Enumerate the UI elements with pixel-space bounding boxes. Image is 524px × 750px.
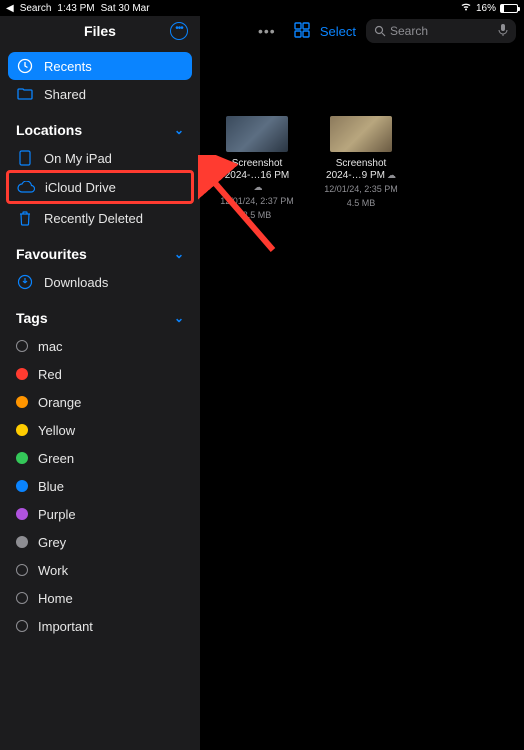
tag-label: Orange bbox=[38, 395, 81, 410]
sidebar-item-on-my-ipad[interactable]: On My iPad bbox=[8, 144, 192, 172]
sidebar-tag-item[interactable]: Orange bbox=[8, 388, 192, 416]
chevron-down-icon: ⌄ bbox=[174, 123, 184, 137]
mic-icon[interactable] bbox=[498, 23, 508, 40]
more-options-button[interactable]: ••• bbox=[170, 22, 188, 40]
tag-color-dot bbox=[16, 452, 28, 464]
sidebar-tag-item[interactable]: Blue bbox=[8, 472, 192, 500]
file-name-line2: 2024-…9 PM bbox=[326, 170, 385, 181]
tags-header[interactable]: Tags ⌄ bbox=[8, 296, 192, 332]
sidebar-item-label: Downloads bbox=[44, 275, 108, 290]
clock-icon bbox=[16, 58, 34, 74]
sidebar-item-downloads[interactable]: Downloads bbox=[8, 268, 192, 296]
status-time: 1:43 PM bbox=[57, 3, 94, 14]
tag-label: Blue bbox=[38, 479, 64, 494]
more-menu-icon[interactable]: ••• bbox=[208, 23, 276, 39]
status-date: Sat 30 Mar bbox=[101, 3, 150, 14]
tag-color-dot bbox=[16, 368, 28, 380]
file-name-line2: 2024-…16 PM bbox=[225, 170, 289, 181]
tag-color-dot bbox=[16, 480, 28, 492]
sidebar-item-recently-deleted[interactable]: Recently Deleted bbox=[8, 204, 192, 232]
back-caret-icon[interactable]: ◀ bbox=[6, 3, 14, 14]
sidebar: Files ••• Recents Shared Locations ⌄ bbox=[0, 16, 200, 750]
status-bar: ◀ Search 1:43 PM Sat 30 Mar 16% bbox=[0, 0, 524, 16]
tag-label: Yellow bbox=[38, 423, 75, 438]
file-size: 3.5 MB bbox=[220, 210, 294, 222]
sidebar-tag-item[interactable]: Home bbox=[8, 584, 192, 612]
sidebar-tag-item[interactable]: Grey bbox=[8, 528, 192, 556]
tag-color-dot bbox=[16, 508, 28, 520]
file-size: 4.5 MB bbox=[324, 198, 398, 210]
sidebar-tag-item[interactable]: Important bbox=[8, 612, 192, 640]
file-date: 12/01/24, 2:35 PM bbox=[324, 184, 398, 196]
folder-shared-icon bbox=[16, 87, 34, 101]
trash-icon bbox=[16, 210, 34, 226]
search-input[interactable]: Search bbox=[366, 19, 516, 43]
tag-empty-ring bbox=[16, 340, 28, 352]
sidebar-item-label: Recently Deleted bbox=[44, 211, 143, 226]
tag-color-dot bbox=[16, 536, 28, 548]
tag-label: Purple bbox=[38, 507, 76, 522]
sidebar-item-shared[interactable]: Shared bbox=[8, 80, 192, 108]
grid-view-icon[interactable] bbox=[294, 22, 310, 41]
sidebar-tag-item[interactable]: Work bbox=[8, 556, 192, 584]
main-content: ••• Select Search Screenshot bbox=[200, 16, 524, 750]
battery-icon bbox=[500, 4, 518, 13]
cloud-download-icon: ☁ bbox=[387, 170, 396, 181]
file-item[interactable]: Screenshot 2024-…16 PM☁ 12/01/24, 2:37 P… bbox=[220, 116, 294, 221]
cloud-download-icon: ☁ bbox=[254, 182, 263, 193]
tag-label: Home bbox=[38, 591, 73, 606]
tag-empty-ring bbox=[16, 564, 28, 576]
wifi-icon bbox=[460, 2, 472, 14]
sidebar-tag-item[interactable]: Red bbox=[8, 360, 192, 388]
tag-color-dot bbox=[16, 424, 28, 436]
tag-label: Grey bbox=[38, 535, 66, 550]
sidebar-item-label: Shared bbox=[44, 87, 86, 102]
download-icon bbox=[16, 274, 34, 290]
file-name-line1: Screenshot bbox=[336, 158, 387, 169]
back-app-label[interactable]: Search bbox=[20, 3, 52, 14]
tag-empty-ring bbox=[16, 592, 28, 604]
tag-empty-ring bbox=[16, 620, 28, 632]
select-button[interactable]: Select bbox=[320, 24, 356, 39]
sidebar-title: Files bbox=[84, 23, 116, 39]
sidebar-item-label: On My iPad bbox=[44, 151, 112, 166]
file-name-line1: Screenshot bbox=[232, 158, 283, 169]
favourites-header[interactable]: Favourites ⌄ bbox=[8, 232, 192, 268]
sidebar-item-label: iCloud Drive bbox=[45, 180, 116, 195]
file-item[interactable]: Screenshot 2024-…9 PM☁ 12/01/24, 2:35 PM… bbox=[324, 116, 398, 221]
file-thumbnail bbox=[226, 116, 288, 152]
sidebar-tag-item[interactable]: Purple bbox=[8, 500, 192, 528]
tag-label: Work bbox=[38, 563, 68, 578]
sidebar-tag-item[interactable]: Green bbox=[8, 444, 192, 472]
tag-label: Red bbox=[38, 367, 62, 382]
sidebar-tag-item[interactable]: Yellow bbox=[8, 416, 192, 444]
tag-label: Important bbox=[38, 619, 93, 634]
annotation-highlight: iCloud Drive bbox=[6, 170, 194, 204]
cloud-icon bbox=[17, 181, 35, 193]
sidebar-item-recents[interactable]: Recents bbox=[8, 52, 192, 80]
locations-header[interactable]: Locations ⌄ bbox=[8, 108, 192, 144]
tag-label: Green bbox=[38, 451, 74, 466]
tag-color-dot bbox=[16, 396, 28, 408]
file-date: 12/01/24, 2:37 PM bbox=[220, 196, 294, 208]
ipad-icon bbox=[16, 150, 34, 166]
sidebar-tag-item[interactable]: mac bbox=[8, 332, 192, 360]
search-icon bbox=[374, 25, 386, 37]
chevron-down-icon: ⌄ bbox=[174, 247, 184, 261]
sidebar-item-label: Recents bbox=[44, 59, 92, 74]
chevron-down-icon: ⌄ bbox=[174, 311, 184, 325]
search-placeholder: Search bbox=[390, 24, 428, 38]
file-thumbnail bbox=[330, 116, 392, 152]
sidebar-item-icloud-drive[interactable]: iCloud Drive bbox=[9, 173, 191, 201]
battery-percent: 16% bbox=[476, 3, 496, 14]
tag-label: mac bbox=[38, 339, 63, 354]
